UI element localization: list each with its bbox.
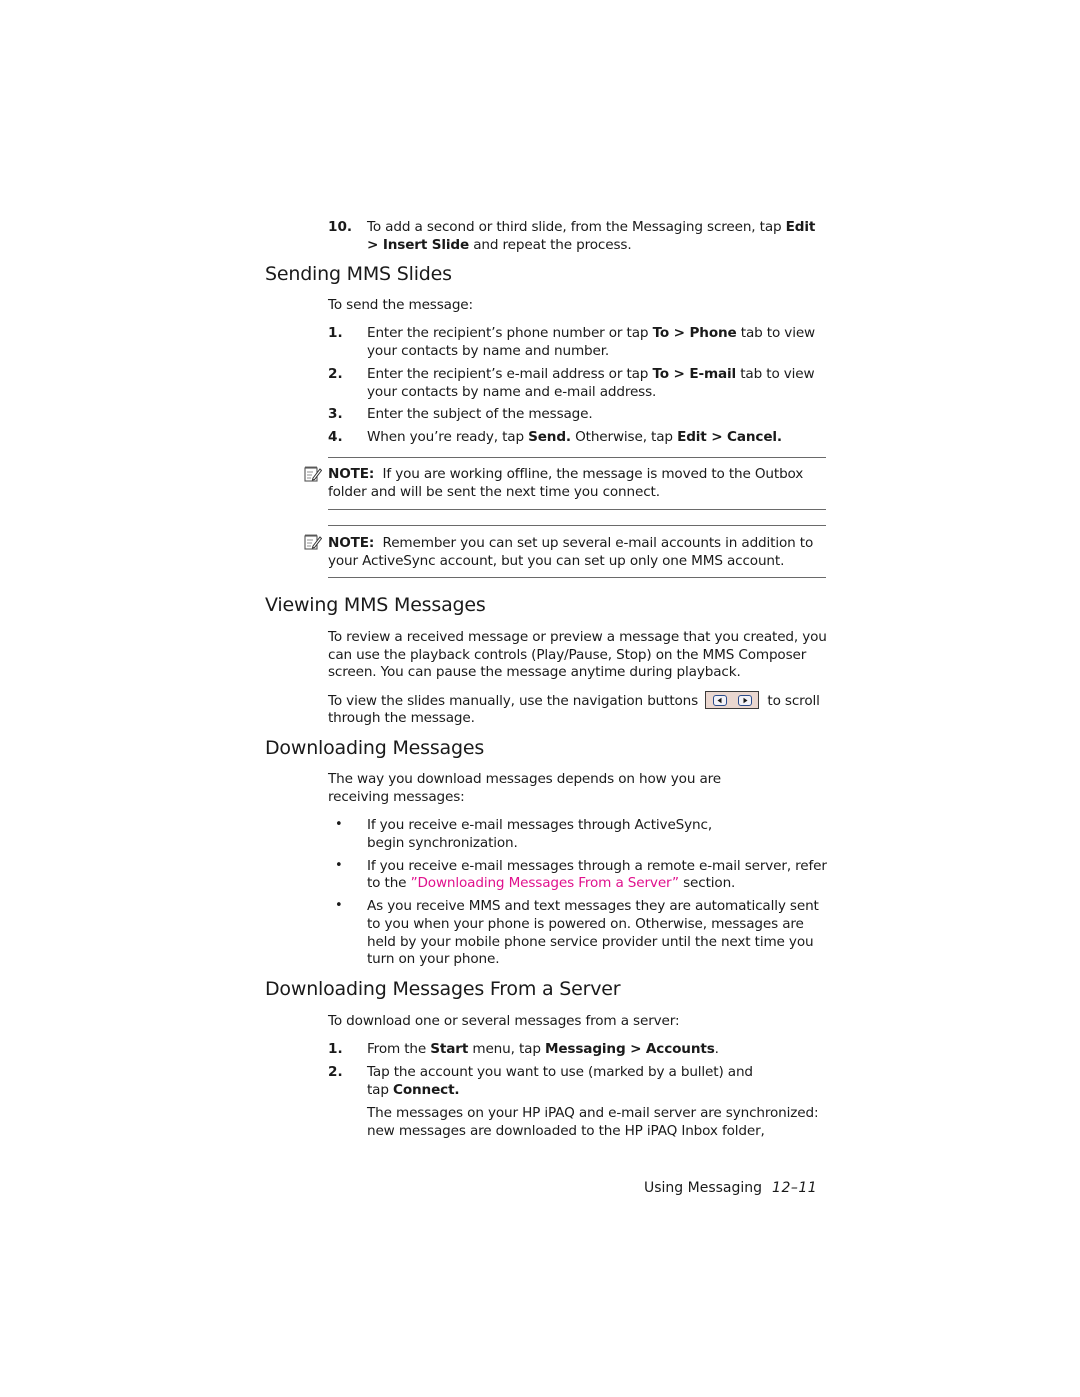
bullet-text: As you receive MMS and text messages the… [367,898,819,914]
step-number: 3. [328,406,343,422]
step-number: 10. [328,219,353,235]
page-footer: Using Messaging 12–11 [644,1179,817,1197]
step-number: 2. [328,366,343,382]
bullet-text-part: section. [678,875,736,891]
ui-term: Start [430,1041,469,1057]
step-text-part: From the [367,1041,431,1057]
navigation-buttons-image [705,691,760,709]
note-bottom-rule [328,509,826,510]
bullet-text-part: to the [367,875,411,891]
step-text: > Insert Slide and repeat the process. [367,236,632,254]
note-text-part: Remember you can set up several e-mail a… [374,535,814,551]
step-text-part: Otherwise, tap [570,429,678,445]
step-text: Tap the account you want to use (marked … [367,1064,753,1080]
result-text: The messages on your HP iPAQ and e-mail … [367,1105,819,1121]
section-heading-server: Downloading Messages From a Server [265,978,621,1000]
paragraph-line: screen. You can pause the message anytim… [328,664,741,680]
note-label: NOTE: [328,535,375,551]
step-number: 2. [328,1064,343,1080]
bullet-text: begin synchronization. [367,835,518,851]
ui-term: Edit > Cancel. [677,429,782,445]
step-text: From the Start menu, tap Messaging > Acc… [367,1040,719,1058]
previous-slide-icon [713,695,728,706]
step-text: your contacts by name and e-mail address… [367,384,657,400]
step-text: Enter the recipient’s phone number or ta… [367,324,815,342]
step-text-part: tab to view [736,325,816,341]
bullet-marker: • [335,898,343,913]
bullet-text: to the ”Downloading Messages From a Serv… [367,874,735,892]
ui-term: Edit [785,219,816,235]
paragraph-line: To view the slides manually, use the nav… [328,691,820,710]
step-text: When you’re ready, tap Send. Otherwise, … [367,428,782,446]
intro-text: To download one or several messages from… [328,1013,680,1029]
ui-term: Connect. [393,1082,460,1098]
step-text: your contacts by name and number. [367,343,610,359]
result-text: new messages are downloaded to the HP iP… [367,1123,765,1139]
bullet-marker: • [335,817,343,832]
step-text-part: and repeat the process. [469,237,632,253]
bullet-text: held by your mobile phone service provid… [367,934,814,950]
note-bottom-rule [328,577,826,578]
paragraph-line: To review a received message or preview … [328,629,827,645]
manual-page: 10. To add a second or third slide, from… [0,0,1080,1397]
paragraph-text-part: to scroll [767,693,820,709]
paragraph-line: through the message. [328,710,475,726]
section-heading-sending: Sending MMS Slides [265,263,452,285]
page-number: 12–11 [772,1180,818,1196]
step-text-part: tap [367,1082,394,1098]
section-heading-downloading: Downloading Messages [265,737,485,759]
note-label: NOTE: [328,466,375,482]
ui-term: > Insert Slide [367,237,470,253]
step-text-part: menu, tap [468,1041,545,1057]
paragraph-line: receiving messages: [328,789,465,805]
note-text: folder and will be sent the next time yo… [328,484,660,500]
section-heading-viewing: Viewing MMS Messages [265,594,486,616]
ui-term: To > Phone [652,325,737,341]
note-pencil-icon [304,534,322,550]
step-text: Enter the recipient’s e-mail address or … [367,365,815,383]
step-text-part: When you’re ready, tap [367,429,529,445]
next-slide-icon [738,695,753,706]
step-number: 4. [328,429,343,445]
step-text-part: Enter the recipient’s e-mail address or … [367,366,653,382]
step-text-part: tab to view [736,366,815,382]
step-text-part: To add a second or third slide, from the… [367,219,786,235]
note-text: NOTE: If you are working offline, the me… [328,465,803,483]
step-text-part: . [714,1041,719,1057]
note-pencil-icon [304,466,322,482]
cross-reference-link[interactable]: ”Downloading Messages From a Server” [411,875,680,891]
note-top-rule [328,525,826,526]
note-text: NOTE: Remember you can set up several e-… [328,534,813,552]
paragraph-text-part: To view the slides manually, use the nav… [328,693,699,709]
bullet-text: If you receive e-mail messages through a… [367,858,827,874]
note-text: your ActiveSync account, but you can set… [328,553,785,569]
bullet-text: to you when your phone is powered on. Ot… [367,916,804,932]
step-number: 1. [328,325,343,341]
step-text: tap Connect. [367,1081,460,1099]
intro-text: To send the message: [328,297,473,313]
ui-term: Messaging > Accounts [544,1041,715,1057]
note-text-part: If you are working offline, the message … [374,466,804,482]
paragraph-line: can use the playback controls (Play/Paus… [328,647,807,663]
paragraph-line: The way you download messages depends on… [328,771,722,787]
ui-term: To > E-mail [652,366,737,382]
step-number: 1. [328,1041,343,1057]
bullet-text: turn on your phone. [367,951,500,967]
ui-term: Send. [528,429,571,445]
step-text: To add a second or third slide, from the… [367,218,815,236]
bullet-marker: • [335,858,343,873]
step-text-part: Enter the recipient’s phone number or ta… [367,325,653,341]
bullet-text: If you receive e-mail messages through A… [367,817,712,833]
note-top-rule [328,457,826,458]
footer-chapter-title: Using Messaging [644,1180,763,1196]
step-text: Enter the subject of the message. [367,406,593,422]
